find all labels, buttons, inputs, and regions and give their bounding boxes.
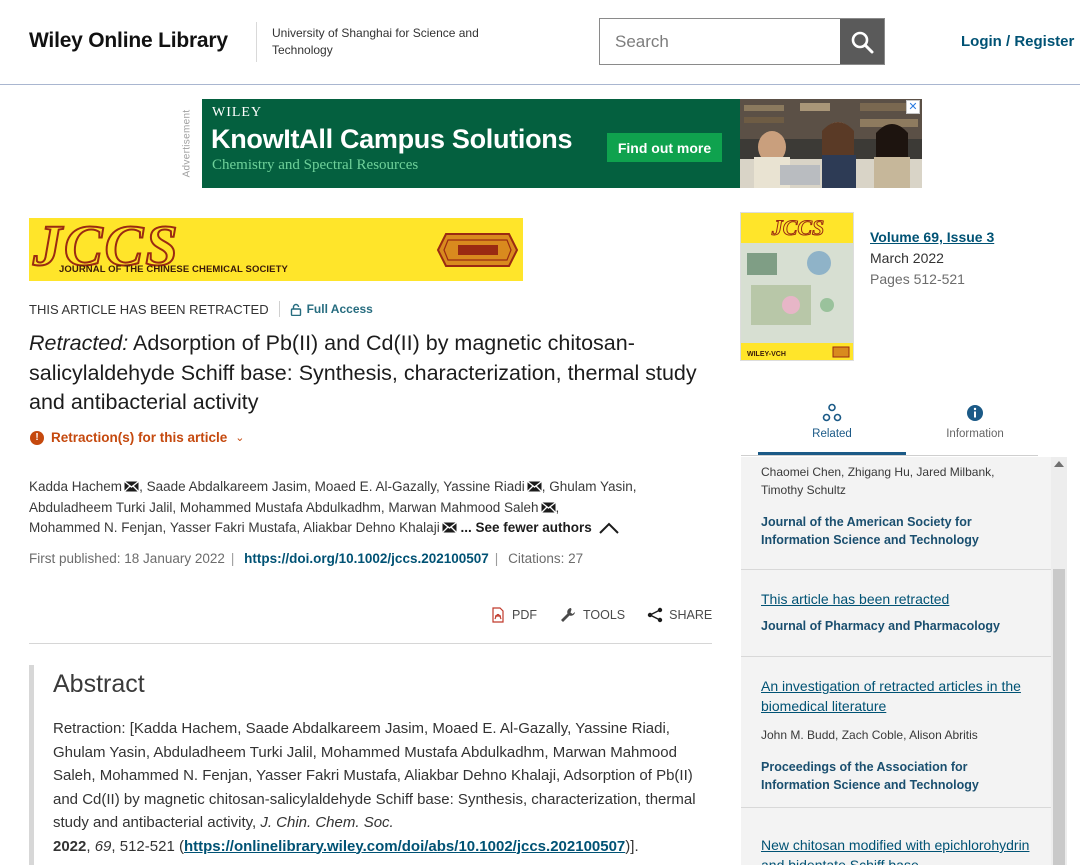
title-retracted-prefix: Retracted: [29, 331, 129, 355]
site-logo[interactable]: Wiley Online Library [29, 29, 228, 53]
scrollbar-thumb[interactable] [1053, 569, 1065, 865]
search-button[interactable] [840, 19, 884, 64]
search-box [599, 18, 885, 65]
publication-info: First published: 18 January 2022 | https:… [29, 551, 584, 566]
see-fewer-authors-link[interactable]: ... See fewer authors [457, 520, 591, 535]
related-item: New chitosan modified with epichlorohydr… [761, 835, 1036, 865]
volume-issue-link[interactable]: Volume 69, Issue 3 [870, 227, 994, 248]
author-link[interactable]: , Ghulam Yasin, [542, 479, 637, 494]
journal-cover-image[interactable]: JCCS WILEY-VCH [740, 212, 854, 361]
title-text: Adsorption of Pb(II) and Cd(II) by magne… [29, 331, 697, 414]
author-link[interactable]: Mohammed N. Fenjan, Yasser Fakri Mustafa… [29, 520, 440, 535]
ad-brand: WILEY [212, 105, 263, 120]
email-icon[interactable] [124, 481, 140, 492]
ad-close-button[interactable]: ✕ [906, 100, 920, 114]
society-emblem-icon [436, 233, 519, 267]
tab-information[interactable]: Information [901, 398, 1049, 455]
wrench-icon [561, 608, 575, 622]
advertisement-banner[interactable]: WILEY KnowItAll Campus Solutions Chemist… [202, 99, 922, 188]
journal-banner-name: JOURNAL OF THE CHINESE CHEMICAL SOCIETY [59, 264, 288, 275]
panel-scrollbar[interactable] [1051, 457, 1067, 865]
author-link[interactable]: Kadda Hachem [29, 479, 122, 494]
tab-related[interactable]: Related [758, 398, 906, 455]
journal-banner[interactable]: JCCS JOURNAL OF THE CHINESE CHEMICAL SOC… [29, 218, 523, 281]
related-journal[interactable]: Journal of Pharmacy and Pharmacology [761, 617, 1036, 635]
citations-count[interactable]: Citations: 27 [508, 551, 583, 566]
divider [741, 807, 1051, 808]
author-list: Kadda Hachem , Saade Abdalkareem Jasim, M… [29, 479, 637, 535]
unlock-icon [290, 303, 301, 316]
related-authors: Chaomei Chen, Zhigang Hu, Jared Milbank,… [761, 465, 995, 497]
svg-text:WILEY-VCH: WILEY-VCH [747, 351, 786, 358]
search-icon [851, 31, 874, 53]
article-title: Retracted: Adsorption of Pb(II) and Cd(I… [29, 329, 719, 418]
related-journal[interactable]: Proceedings of the Association for Infor… [761, 758, 1036, 794]
related-item: An investigation of retracted articles i… [761, 676, 1036, 794]
article-tools: PDF TOOLS SHARE [490, 606, 712, 624]
abstract-section: Abstract Retraction: [Kadda Hachem, Saad… [29, 665, 719, 865]
related-journal[interactable]: Journal of the American Society for Info… [761, 513, 1036, 549]
advertisement-label: Advertisement [181, 109, 193, 178]
search-input[interactable] [600, 19, 838, 64]
share-button[interactable]: SHARE [647, 607, 712, 623]
scroll-up-arrow-icon[interactable] [1054, 461, 1064, 467]
divider [741, 569, 1051, 570]
sidebar-tabs: Related Information [741, 398, 1038, 456]
first-published: First published: 18 January 2022 [29, 551, 225, 566]
related-articles-panel: Chaomei Chen, Zhigang Hu, Jared Milbank,… [741, 457, 1067, 865]
related-authors: John M. Budd, Zach Coble, Alison Abritis [761, 728, 978, 742]
email-icon[interactable] [526, 481, 542, 492]
abstract-heading: Abstract [53, 670, 145, 698]
ad-students-photo [740, 99, 922, 188]
issue-info: Volume 69, Issue 3 March 2022 Pages 512-… [870, 227, 994, 290]
abstract-text: Retraction: [Kadda Hachem, Saade Abdalka… [53, 720, 696, 855]
issue-date: March 2022 [870, 250, 944, 266]
ad-find-out-more-button[interactable]: Find out more [607, 133, 722, 162]
chevron-down-icon: ⌄ [235, 432, 245, 444]
header-divider [256, 22, 257, 62]
cover-art: JCCS WILEY-VCH [741, 213, 853, 360]
related-icon [822, 403, 842, 422]
pdf-icon [492, 607, 504, 623]
svg-text:JCCS: JCCS [771, 215, 825, 240]
author-link[interactable]: Abduladheem Turki Jalil, Mohammed Mustaf… [29, 500, 539, 515]
share-icon [647, 607, 663, 623]
related-item: Chaomei Chen, Zhigang Hu, Jared Milbank,… [761, 463, 1036, 549]
ad-title: KnowItAll Campus Solutions [211, 124, 573, 154]
retraction-dropdown[interactable]: ! Retraction(s) for this article ⌄ [30, 430, 245, 445]
retracted-label: THIS ARTICLE HAS BEEN RETRACTED [29, 301, 269, 317]
alert-icon: ! [30, 430, 44, 445]
email-icon[interactable] [441, 522, 457, 533]
issue-pages: Pages 512-521 [870, 271, 965, 287]
full-access-badge: Full Access [290, 302, 373, 316]
related-item: This article has been retracted Journal … [761, 589, 1036, 635]
related-title-link[interactable]: New chitosan modified with epichlorohydr… [761, 835, 1036, 865]
retraction-status: THIS ARTICLE HAS BEEN RETRACTED Full Acc… [29, 301, 373, 317]
site-header: Wiley Online Library University of Shang… [0, 0, 1080, 85]
author-link[interactable]: , Saade Abdalkareem Jasim, Moaed E. Al-G… [139, 479, 525, 494]
institution-name: University of Shanghai for Science and T… [272, 26, 479, 57]
abstract-doi-link[interactable]: https://onlinelibrary.wiley.com/doi/abs/… [184, 838, 625, 855]
pdf-button[interactable]: PDF [490, 607, 537, 623]
divider [29, 643, 712, 644]
tools-button[interactable]: TOOLS [559, 606, 625, 624]
chevron-up-icon[interactable] [598, 521, 620, 535]
doi-link[interactable]: https://doi.org/10.1002/jccs.202100507 [244, 551, 489, 566]
related-title-link[interactable]: An investigation of retracted articles i… [761, 676, 1036, 716]
related-title-link[interactable]: This article has been retracted [761, 589, 1036, 609]
ad-subtitle: Chemistry and Spectral Resources [212, 157, 419, 173]
login-register-link[interactable]: Login / Register [961, 33, 1074, 50]
info-icon [967, 405, 983, 421]
divider [741, 656, 1051, 657]
status-divider [278, 301, 280, 317]
email-icon[interactable] [540, 501, 556, 513]
